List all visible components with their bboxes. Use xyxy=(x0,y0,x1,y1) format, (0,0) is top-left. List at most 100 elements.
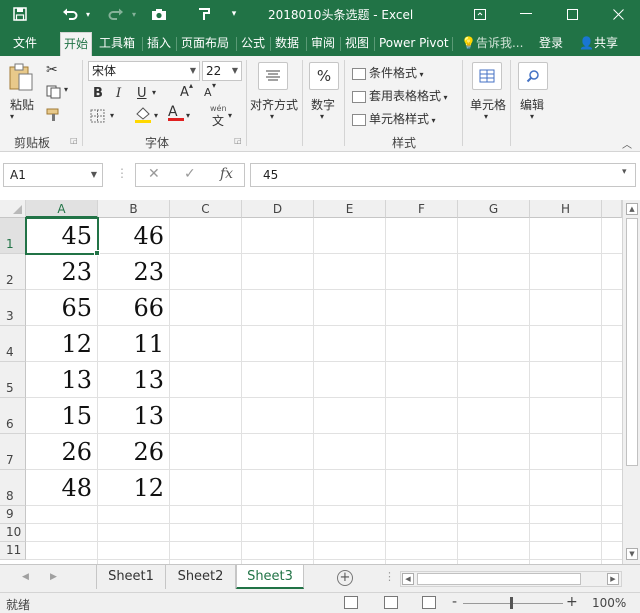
clipboard-launcher-icon[interactable]: ◲ xyxy=(70,136,78,145)
fill-color-icon[interactable] xyxy=(134,106,152,127)
cell-a6[interactable]: 15 xyxy=(26,398,98,434)
zoom-slider-thumb[interactable] xyxy=(510,597,513,609)
column-header-a[interactable]: A xyxy=(26,200,98,218)
format-as-table-button[interactable]: 套用表格格式 ▾ xyxy=(352,87,448,104)
border-dropdown-icon[interactable]: ▾ xyxy=(110,111,114,120)
row-header-2[interactable]: 2 xyxy=(0,254,26,290)
scroll-left-icon[interactable]: ◀ xyxy=(402,573,414,585)
cell-b5[interactable]: 13 xyxy=(98,362,170,398)
undo-dropdown-icon[interactable]: ▾ xyxy=(74,0,102,28)
bold-button[interactable]: B xyxy=(93,86,103,101)
italic-button[interactable]: I xyxy=(116,86,121,101)
vertical-scrollbar[interactable]: ▲ ▼ xyxy=(622,200,640,564)
select-all-button[interactable] xyxy=(0,200,26,218)
row-header-5[interactable]: 5 xyxy=(0,362,26,398)
insert-function-icon[interactable]: fx xyxy=(220,166,233,182)
login-link[interactable]: 登录 xyxy=(536,32,566,56)
scroll-up-icon[interactable]: ▲ xyxy=(626,203,638,215)
tell-me-search[interactable]: 💡告诉我... xyxy=(458,32,526,56)
sheet-tab-2[interactable]: Sheet2 xyxy=(166,565,236,589)
sheet-tab-3[interactable]: Sheet3 xyxy=(236,565,304,589)
restore-icon[interactable] xyxy=(554,0,590,28)
confirm-icon[interactable]: ✓ xyxy=(184,166,196,182)
cell-b2[interactable]: 23 xyxy=(98,254,170,290)
row-header-1[interactable]: 1 xyxy=(0,218,26,254)
shrink-font-button[interactable]: A xyxy=(204,86,212,99)
cell-b4[interactable]: 11 xyxy=(98,326,170,362)
cell-a5[interactable]: 13 xyxy=(26,362,98,398)
row-header-10[interactable]: 10 xyxy=(0,524,26,542)
fill-color-dropdown-icon[interactable]: ▾ xyxy=(154,111,158,120)
format-painter-icon[interactable] xyxy=(190,0,218,28)
next-sheet-icon[interactable]: ▶ xyxy=(50,572,57,582)
number-button[interactable]: 数字 xyxy=(311,96,335,113)
underline-button[interactable]: U xyxy=(137,86,147,101)
tab-insert[interactable]: 插入 xyxy=(144,32,174,56)
row-header-3[interactable]: 3 xyxy=(0,290,26,326)
hscroll-thumb[interactable] xyxy=(417,573,581,585)
cancel-icon[interactable]: ✕ xyxy=(148,166,160,182)
paste-dropdown-icon[interactable]: ▾ xyxy=(10,112,14,121)
cell-a3[interactable]: 65 xyxy=(26,290,98,326)
tab-home[interactable]: 开始 xyxy=(60,32,93,56)
tab-page-layout[interactable]: 页面布局 xyxy=(178,32,232,56)
formula-input[interactable]: 45 xyxy=(250,163,636,187)
page-break-view-icon[interactable] xyxy=(422,596,436,609)
worksheet-grid[interactable]: A B C D E F G H 1 2 3 4 5 6 7 8 9 10 11 45 46 23 23 65 66 12 11 13 1… xyxy=(0,200,622,564)
tab-formulas[interactable]: 公式 xyxy=(238,32,268,56)
conditional-format-button[interactable]: 条件格式 ▾ xyxy=(352,64,424,81)
row-header-7[interactable]: 7 xyxy=(0,434,26,470)
scroll-thumb[interactable] xyxy=(626,218,638,466)
share-button[interactable]: 👤共享 xyxy=(576,32,621,56)
underline-dropdown-icon[interactable]: ▾ xyxy=(152,88,156,97)
copy-dropdown-icon[interactable]: ▾ xyxy=(64,85,68,94)
row-header-8[interactable]: 8 xyxy=(0,470,26,506)
alignment-icon[interactable] xyxy=(258,62,288,90)
collapse-ribbon-icon[interactable]: ︿ xyxy=(622,136,632,151)
paste-icon[interactable] xyxy=(8,62,34,95)
alignment-dropdown-icon[interactable]: ▾ xyxy=(270,112,274,121)
format-painter-brush-icon[interactable] xyxy=(46,108,62,125)
column-header-f[interactable]: F xyxy=(386,200,458,218)
column-header-e[interactable]: E xyxy=(314,200,386,218)
column-header-d[interactable]: D xyxy=(242,200,314,218)
tab-data[interactable]: 数据 xyxy=(272,32,302,56)
row-header-11[interactable]: 11 xyxy=(0,542,26,560)
close-icon[interactable] xyxy=(600,0,636,28)
grow-font-button[interactable]: A xyxy=(180,85,189,100)
font-launcher-icon[interactable]: ◲ xyxy=(234,136,242,145)
row-header-4[interactable]: 4 xyxy=(0,326,26,362)
search-icon[interactable] xyxy=(518,62,548,90)
cell-styles-button[interactable]: 单元格样式 ▾ xyxy=(352,110,436,127)
column-header-b[interactable]: B xyxy=(98,200,170,218)
row-header-6[interactable]: 6 xyxy=(0,398,26,434)
row-header-9[interactable]: 9 xyxy=(0,506,26,524)
sheet-tab-1[interactable]: Sheet1 xyxy=(96,565,166,589)
tab-power-pivot[interactable]: Power Pivot xyxy=(376,32,452,56)
expand-formula-icon[interactable]: ▾ xyxy=(622,167,627,177)
cell-b7[interactable]: 26 xyxy=(98,434,170,470)
cut-icon[interactable]: ✂ xyxy=(46,62,58,78)
cell-a7[interactable]: 26 xyxy=(26,434,98,470)
zoom-in-button[interactable]: + xyxy=(566,594,578,610)
number-dropdown-icon[interactable]: ▾ xyxy=(320,112,324,121)
horizontal-scrollbar[interactable]: ◀ ▶ xyxy=(400,571,622,587)
zoom-level[interactable]: 100% xyxy=(592,596,626,610)
name-box[interactable]: A1 ▼ xyxy=(3,163,103,187)
cell-b3[interactable]: 66 xyxy=(98,290,170,326)
prev-sheet-icon[interactable]: ◀ xyxy=(22,572,29,582)
font-size-select[interactable]: 22 ▼ xyxy=(202,61,242,81)
minimize-icon[interactable] xyxy=(508,0,544,28)
tab-toolbox[interactable]: 工具箱 xyxy=(96,32,138,56)
alignment-button[interactable]: 对齐方式 xyxy=(250,96,298,113)
customize-toolbar-icon[interactable]: ▾ xyxy=(220,0,248,28)
phonetic-dropdown-icon[interactable]: ▾ xyxy=(228,111,232,120)
redo-dropdown-icon[interactable]: ▾ xyxy=(120,0,148,28)
column-header-c[interactable]: C xyxy=(170,200,242,218)
cell-a8[interactable]: 48 xyxy=(26,470,98,506)
add-sheet-icon[interactable]: + xyxy=(337,570,353,586)
fill-handle[interactable] xyxy=(94,250,100,256)
border-icon[interactable] xyxy=(90,109,105,126)
font-name-select[interactable]: 宋体 ▼ xyxy=(88,61,200,81)
normal-view-icon[interactable] xyxy=(344,596,358,609)
